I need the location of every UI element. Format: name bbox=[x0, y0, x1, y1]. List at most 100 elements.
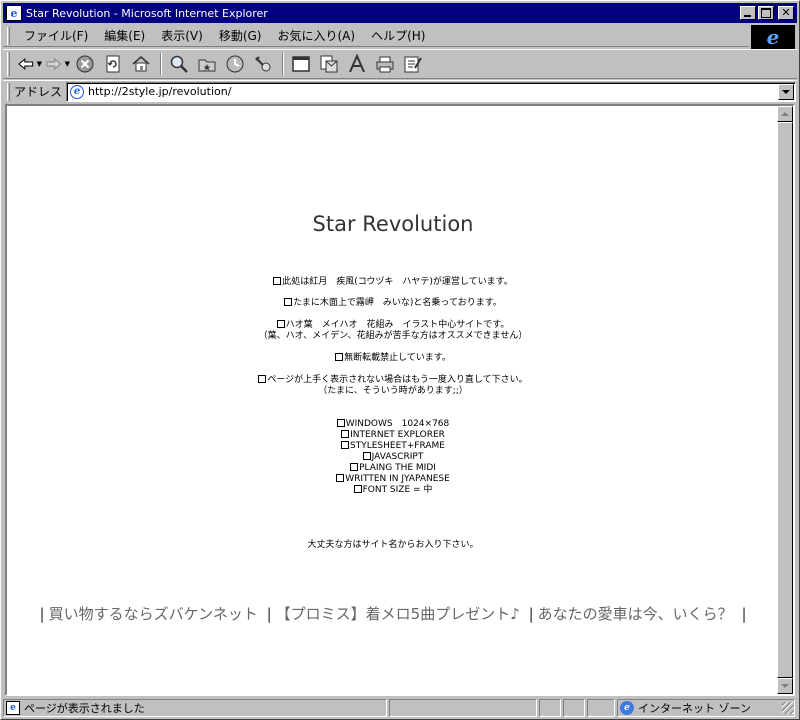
intro-line-3: ハオ葉 メイハオ 花組み イラスト中心サイトです。 bbox=[7, 320, 779, 331]
square-bullet-icon bbox=[350, 463, 359, 471]
security-zone-cell: e インターネット ゾーン bbox=[617, 699, 795, 717]
square-bullet-icon bbox=[353, 485, 362, 493]
back-icon bbox=[18, 58, 34, 70]
favorites-button[interactable] bbox=[194, 52, 220, 76]
edit-button[interactable] bbox=[400, 52, 426, 76]
font-button[interactable] bbox=[344, 52, 370, 76]
channels-icon bbox=[255, 56, 271, 72]
search-button[interactable] bbox=[166, 52, 192, 76]
intro-line-1: 此処は紅月 疾風(コウヅキ ハヤテ)が運営しています。 bbox=[7, 277, 779, 288]
ad-link-2[interactable]: 【プロミス】着メロ5曲プレゼント♪ bbox=[276, 605, 520, 623]
favorites-icon bbox=[198, 59, 216, 72]
scroll-up-button[interactable] bbox=[777, 106, 793, 122]
toolbar-grip[interactable] bbox=[7, 52, 10, 76]
spec-item: INTERNET EXPLORER bbox=[7, 430, 779, 441]
status-cell bbox=[563, 699, 585, 717]
status-text: ページが表示されました bbox=[24, 702, 145, 715]
ie-logo-icon: e bbox=[766, 25, 780, 49]
status-cell bbox=[587, 699, 615, 717]
ad-link-1[interactable]: 買い物するならズバケンネット bbox=[49, 605, 258, 623]
spec-item: WRITTEN IN JYAPANESE bbox=[7, 474, 779, 485]
status-text-cell: e ページが表示されました bbox=[3, 699, 387, 717]
intro-line-3-note: （葉、ハオ、メイデン、花組みが苦手な方はオススメできません） bbox=[258, 331, 528, 341]
ad-link-3[interactable]: あなたの愛車は今、いくら？ bbox=[538, 605, 733, 623]
back-button[interactable]: ▼ bbox=[16, 52, 42, 76]
home-icon bbox=[132, 56, 150, 72]
square-bullet-icon bbox=[341, 441, 349, 449]
spec-item: STYLESHEET+FRAME bbox=[7, 441, 779, 452]
address-input[interactable] bbox=[88, 85, 769, 98]
page-icon: e bbox=[70, 84, 85, 99]
font-icon bbox=[349, 54, 365, 73]
print-button[interactable] bbox=[372, 52, 398, 76]
toolbar-separator bbox=[160, 53, 162, 75]
print-icon bbox=[376, 56, 394, 73]
home-button[interactable] bbox=[128, 52, 154, 76]
square-bullet-icon bbox=[341, 430, 350, 438]
resize-grip[interactable] bbox=[782, 702, 794, 714]
site-title-link[interactable]: Star Revolution bbox=[7, 212, 779, 236]
menu-edit[interactable]: 編集(E) bbox=[96, 27, 153, 44]
channels-button[interactable] bbox=[250, 52, 276, 76]
menu-go[interactable]: 移動(G) bbox=[211, 27, 270, 44]
address-bar: アドレス e bbox=[3, 80, 797, 102]
menu-file[interactable]: ファイル(F) bbox=[16, 27, 96, 44]
status-cell bbox=[539, 699, 561, 717]
square-bullet-icon bbox=[336, 474, 345, 482]
menu-favorites[interactable]: お気に入り(A) bbox=[269, 27, 363, 44]
address-field[interactable]: e bbox=[66, 81, 797, 102]
forward-button[interactable]: ▼ bbox=[44, 52, 70, 76]
square-bullet-icon bbox=[258, 375, 267, 383]
mail-button[interactable] bbox=[316, 52, 342, 76]
menu-view[interactable]: 表示(V) bbox=[153, 27, 211, 44]
standard-toolbar: ▼ ▼ bbox=[3, 49, 797, 79]
scroll-down-button[interactable] bbox=[777, 678, 793, 694]
intro-line-2: たまに木面上で霧岬 みいな)と名乗っております。 bbox=[7, 298, 779, 309]
zone-text: インターネット ゾーン bbox=[638, 702, 751, 715]
spec-item: FONT SIZE = 中 bbox=[7, 485, 779, 496]
toolbar-separator bbox=[282, 53, 284, 75]
square-bullet-icon bbox=[335, 353, 344, 361]
ie-throbber: e bbox=[751, 25, 795, 49]
search-icon bbox=[170, 55, 188, 73]
content-viewport: Star Revolution 此処は紅月 疾風(コウヅキ ハヤテ)が運営してい… bbox=[5, 104, 795, 696]
browser-window: e Star Revolution - Microsoft Internet E… bbox=[0, 0, 800, 720]
ie-app-icon[interactable]: e bbox=[6, 5, 22, 21]
stop-icon bbox=[76, 55, 94, 73]
status-bar: e ページが表示されました e インターネット ゾーン bbox=[3, 698, 797, 718]
menu-bar-grip[interactable] bbox=[7, 26, 10, 45]
fullscreen-icon bbox=[292, 56, 310, 72]
maximize-button[interactable] bbox=[758, 6, 774, 20]
history-button[interactable] bbox=[222, 52, 248, 76]
web-page: Star Revolution 此処は紅月 疾風(コウヅキ ハヤテ)が運営してい… bbox=[7, 106, 779, 694]
stop-button[interactable] bbox=[72, 52, 98, 76]
refresh-button[interactable] bbox=[100, 52, 126, 76]
spec-item: WINDOWS 1024×768 bbox=[7, 419, 779, 430]
intro-line-5: ページが上手く表示されない場合はもう一度入り直して下さい。 bbox=[7, 375, 779, 386]
address-dropdown-button[interactable] bbox=[778, 83, 795, 100]
address-bar-grip[interactable] bbox=[7, 82, 10, 101]
page-done-icon: e bbox=[6, 701, 20, 715]
minimize-button[interactable] bbox=[740, 6, 756, 20]
title-bar[interactable]: e Star Revolution - Microsoft Internet E… bbox=[3, 3, 797, 23]
edit-icon bbox=[404, 56, 422, 73]
scroll-track[interactable] bbox=[777, 122, 793, 678]
ad-links: | 買い物するならズバケンネット | 【プロミス】着メロ5曲プレゼント♪ | あなたの… bbox=[39, 605, 747, 623]
spec-item: JAVASCRIPT bbox=[7, 452, 779, 463]
vertical-scrollbar[interactable] bbox=[777, 106, 793, 694]
internet-zone-icon: e bbox=[620, 701, 634, 715]
refresh-icon bbox=[106, 55, 120, 73]
forward-icon bbox=[46, 58, 62, 70]
close-button[interactable]: ✕ bbox=[778, 6, 794, 20]
square-bullet-icon bbox=[284, 298, 293, 306]
square-bullet-icon bbox=[273, 277, 282, 285]
fullscreen-button[interactable] bbox=[288, 52, 314, 76]
status-progress-cell bbox=[389, 699, 537, 717]
square-bullet-icon bbox=[336, 419, 345, 427]
mail-icon bbox=[320, 55, 338, 73]
intro-line-4: 無断転載禁止しています。 bbox=[7, 353, 779, 364]
intro-line-5-note: （たまに、そういう時があります;;） bbox=[318, 386, 468, 396]
menu-help[interactable]: ヘルプ(H) bbox=[363, 27, 433, 44]
menu-bar: ファイル(F) 編集(E) 表示(V) 移動(G) お気に入り(A) ヘルプ(H… bbox=[3, 25, 749, 47]
history-icon bbox=[226, 55, 244, 73]
